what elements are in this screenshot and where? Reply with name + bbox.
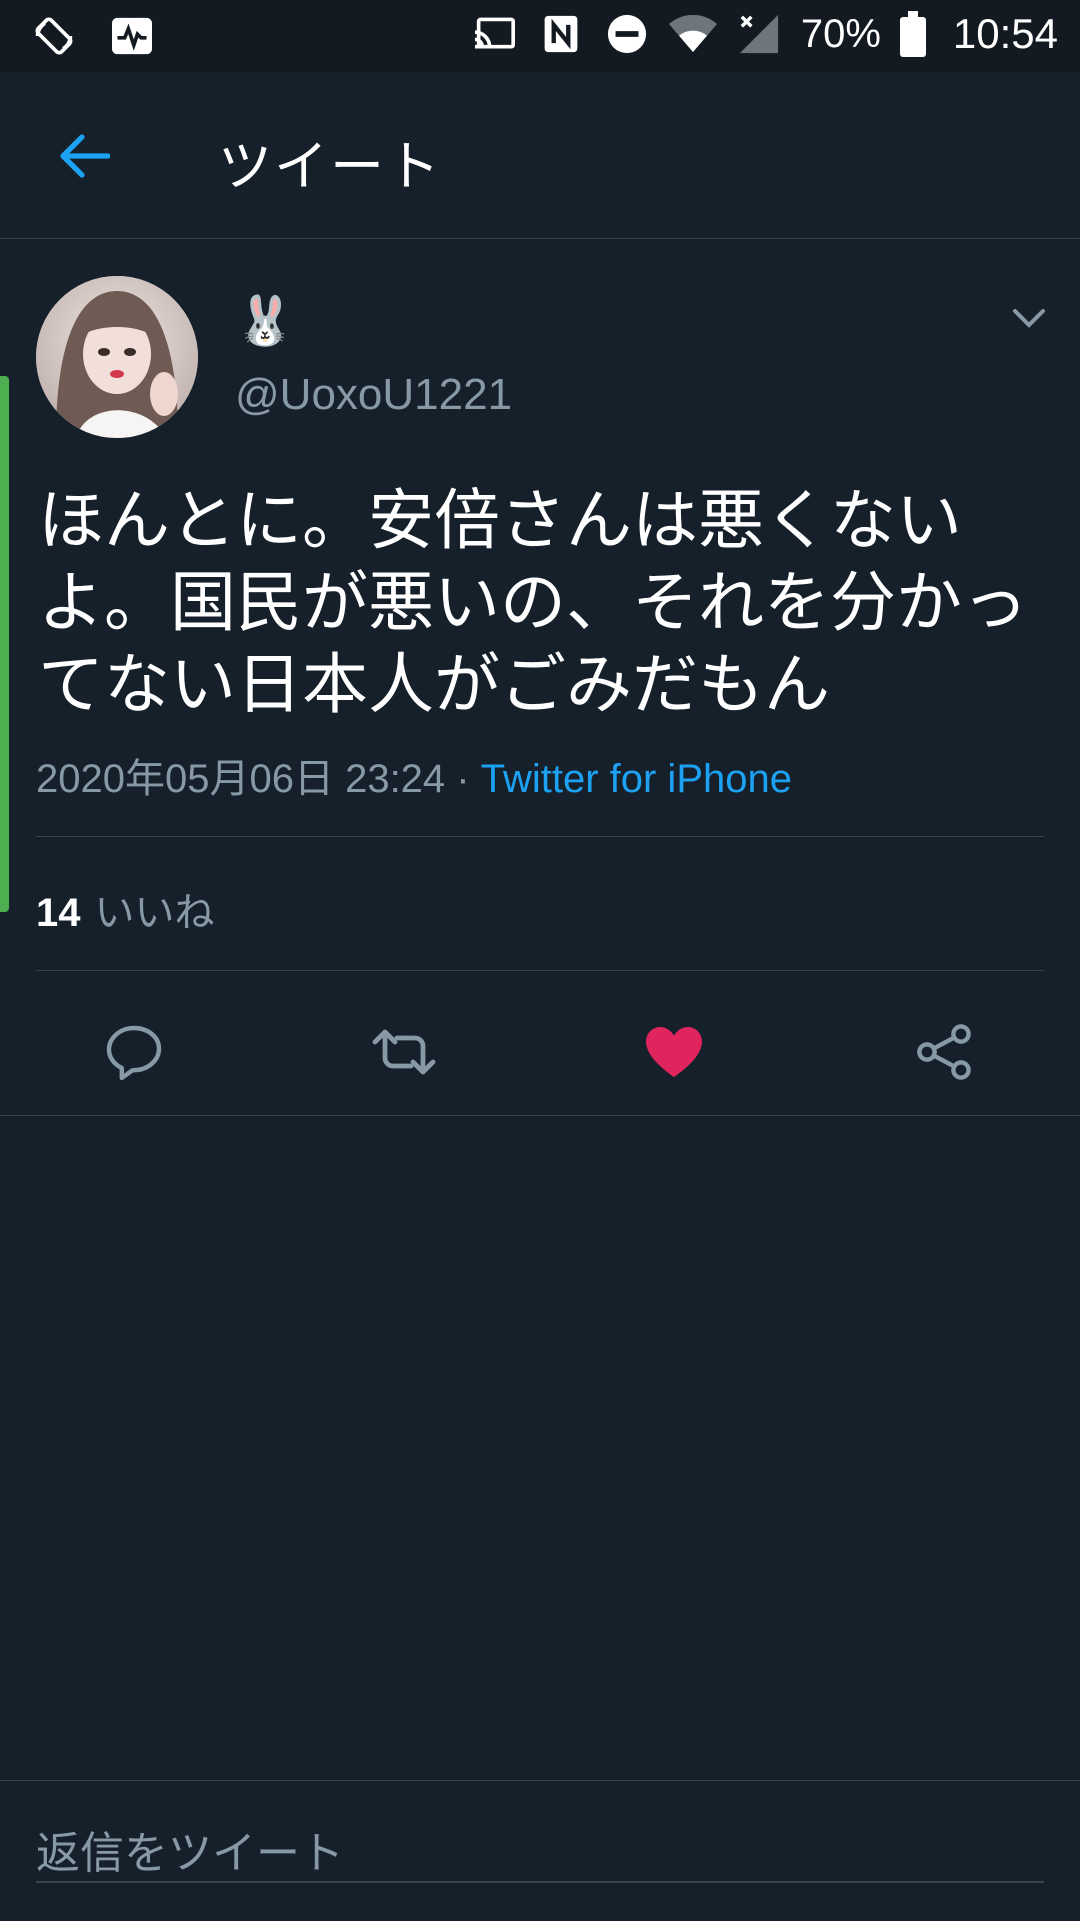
back-arrow-icon (60, 134, 110, 178)
likes-label: いいね (94, 891, 215, 935)
display-name[interactable]: 🐰 (235, 292, 295, 349)
do-not-disturb-icon (603, 10, 651, 58)
reply-icon (106, 1025, 162, 1080)
back-button[interactable] (52, 124, 116, 188)
retweet-button[interactable] (364, 1012, 444, 1092)
page-title: ツイート (218, 135, 442, 198)
avatar[interactable] (36, 276, 198, 438)
tweet-menu-button[interactable] (1004, 294, 1054, 344)
chevron-down-icon (1013, 309, 1045, 328)
status-bar: 70% 10:54 (0, 0, 1080, 72)
clock: 10:54 (952, 10, 1058, 57)
wifi-icon (668, 10, 717, 58)
app-bar: ツイート (0, 72, 1080, 239)
battery-icon (899, 10, 927, 58)
like-icon (646, 1027, 702, 1077)
cast-icon (471, 10, 519, 58)
meta-separator: · (445, 757, 481, 801)
divider (36, 836, 1044, 837)
tweet-text: ほんとに。安倍さんは悪くないよ。国民が悪いの、それを分かってない日本人がごみだも… (38, 482, 1028, 723)
reply-input[interactable]: 返信をツイート (36, 1817, 1044, 1883)
tweet-detail: 🐰 @UoxoU1221 ほんとに。安倍さんは悪くないよ。国民が悪いの、それを分… (0, 240, 1080, 1116)
share-icon (917, 1024, 971, 1080)
thread-indicator (0, 376, 9, 912)
tweet-actions (0, 1012, 1080, 1108)
likes-summary[interactable]: 14 いいね (36, 880, 215, 938)
tweet-timestamp: 2020年05月06日 23:24 (36, 757, 446, 801)
reply-button[interactable] (94, 1012, 174, 1092)
user-handle[interactable]: @UoxoU1221 (235, 370, 512, 420)
divider (36, 970, 1044, 971)
retweet-icon (372, 1029, 436, 1075)
reply-bar: 返信をツイート (0, 1780, 1080, 1921)
share-button[interactable] (904, 1012, 984, 1092)
likes-count: 14 (36, 891, 81, 935)
tweet-source-link[interactable]: Twitter for iPhone (481, 757, 792, 801)
no-signal-icon (735, 10, 783, 58)
tweet-meta: 2020年05月06日 23:24 · Twitter for iPhone (36, 746, 792, 804)
activity-monitor-icon (108, 12, 156, 60)
like-button[interactable] (634, 1012, 714, 1092)
nfc-icon (537, 10, 585, 58)
battery-percent: 70% (800, 11, 881, 56)
auto-rotate-icon (30, 12, 78, 60)
